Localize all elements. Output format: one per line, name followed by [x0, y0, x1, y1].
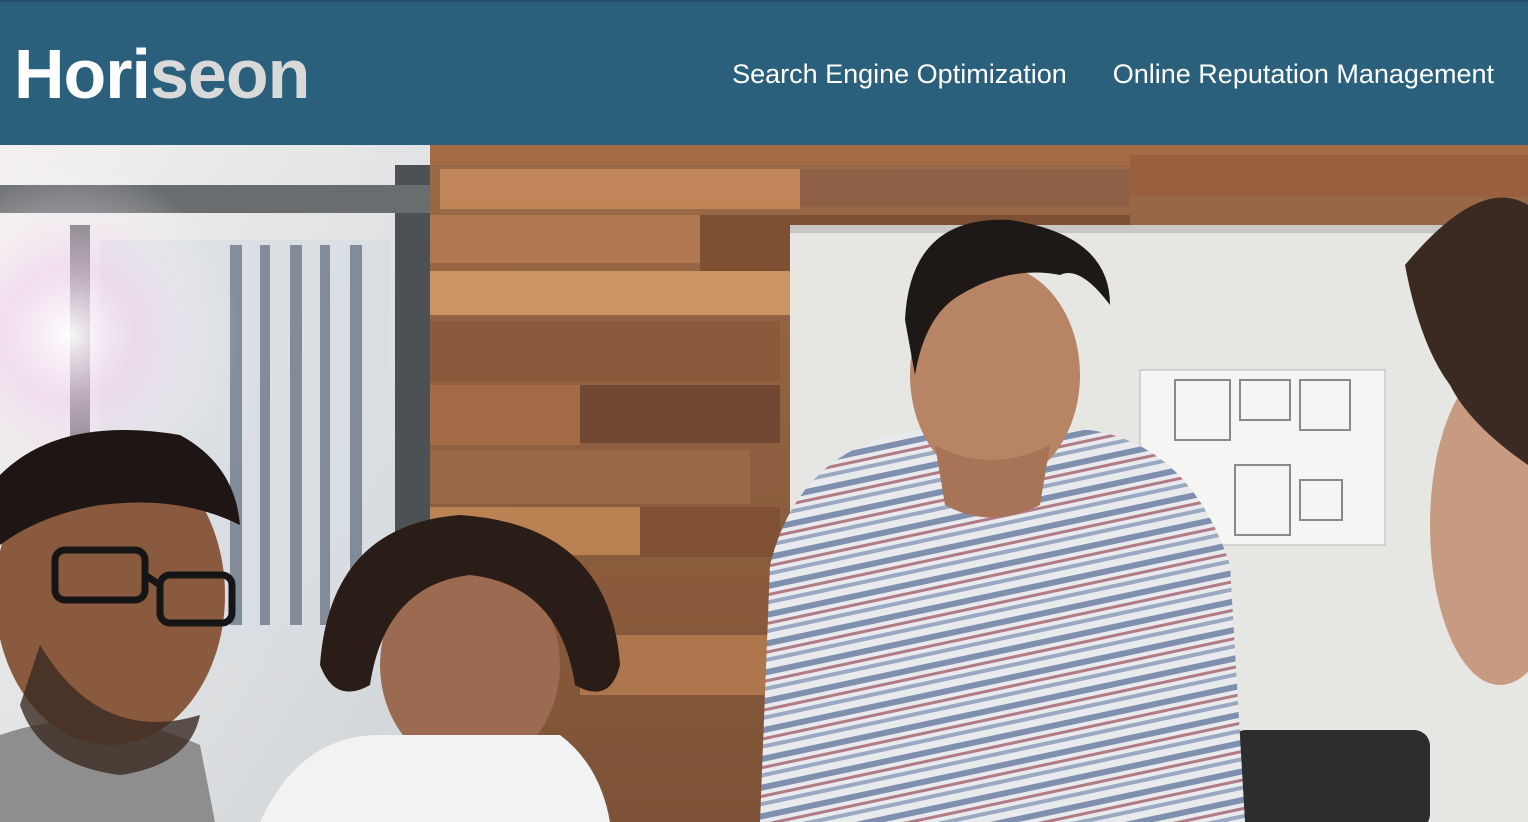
hero-image: [0, 145, 1528, 822]
logo-text-accent: seon: [150, 35, 310, 113]
team-meeting-photo: [0, 145, 1528, 822]
site-header: Horiseon Search Engine Optimization Onli…: [0, 0, 1528, 145]
main-nav: Search Engine Optimization Online Reputa…: [732, 56, 1494, 92]
site-logo[interactable]: Horiseon: [14, 34, 310, 114]
logo-text-prefix: Hori: [14, 35, 151, 113]
nav-link-reputation[interactable]: Online Reputation Management: [1113, 56, 1494, 92]
nav-link-seo[interactable]: Search Engine Optimization: [732, 56, 1067, 92]
